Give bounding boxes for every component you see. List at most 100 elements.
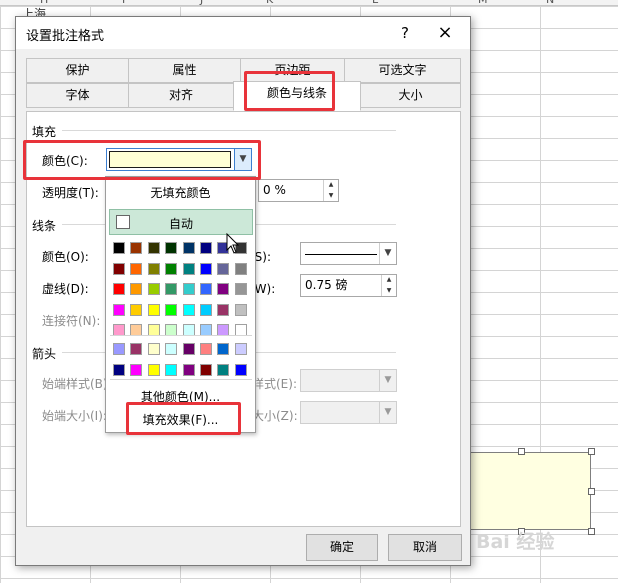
color-swatch[interactable] xyxy=(165,283,178,295)
chevron-down-icon[interactable]: ▼ xyxy=(234,149,251,170)
line-style-preview xyxy=(305,254,377,255)
color-swatch[interactable] xyxy=(200,303,212,316)
resize-handle[interactable] xyxy=(588,528,595,535)
chevron-down-icon[interactable]: ▼ xyxy=(379,243,396,264)
spin-buttons[interactable]: ▲ ▼ xyxy=(381,275,396,296)
color-swatch[interactable] xyxy=(182,242,195,254)
color-swatch[interactable] xyxy=(182,283,195,295)
color-swatch[interactable] xyxy=(217,303,230,316)
chevron-down-icon[interactable]: ▼ xyxy=(379,370,396,391)
cancel-button[interactable]: 取消 xyxy=(388,534,462,561)
fill-effects-option[interactable]: 填充效果(F)... xyxy=(106,411,255,428)
line-color-label: 颜色(O): xyxy=(42,250,89,264)
color-swatch[interactable] xyxy=(165,262,178,275)
column-letter: L xyxy=(372,0,378,6)
popup-divider xyxy=(110,379,252,380)
watermark-text: Bai 经验 xyxy=(476,531,555,553)
column-header-row: H I J K L M N xyxy=(0,0,618,6)
end-style-combo[interactable]: ▼ xyxy=(300,369,397,392)
color-swatch[interactable] xyxy=(200,283,212,295)
tab-alignment[interactable]: 对齐 xyxy=(128,83,234,108)
dialog-title: 设置批注格式 xyxy=(26,29,105,44)
color-swatch[interactable] xyxy=(165,343,178,355)
color-swatch[interactable] xyxy=(165,242,178,254)
color-swatch[interactable] xyxy=(130,303,143,316)
color-swatch[interactable] xyxy=(113,283,125,295)
column-letter: N xyxy=(546,0,554,6)
popup-divider xyxy=(110,335,252,336)
help-button[interactable]: ? xyxy=(392,21,418,45)
more-colors-option[interactable]: 其他颜色(M)... xyxy=(106,388,255,405)
color-swatch[interactable] xyxy=(200,363,212,376)
dash-label: 虚线(D): xyxy=(42,282,89,296)
color-swatch[interactable] xyxy=(130,242,143,254)
column-letter: K xyxy=(266,0,273,6)
color-swatch[interactable] xyxy=(113,363,125,376)
color-swatch[interactable] xyxy=(130,262,143,275)
no-fill-option[interactable]: 无填充颜色 xyxy=(106,184,255,201)
color-swatch[interactable] xyxy=(165,303,178,316)
transparency-spinbox[interactable]: 0 % ▲ ▼ xyxy=(258,179,339,202)
color-swatch[interactable] xyxy=(147,303,160,316)
color-swatch[interactable] xyxy=(165,363,178,376)
tab-protection[interactable]: 保护 xyxy=(26,58,129,83)
arrows-section-label: 箭头 xyxy=(32,347,57,361)
color-swatch[interactable] xyxy=(147,363,160,376)
color-swatch[interactable] xyxy=(147,242,160,254)
automatic-label: 自动 xyxy=(168,217,193,231)
automatic-color-option[interactable]: 自动 xyxy=(109,209,253,235)
color-swatch[interactable] xyxy=(182,343,195,355)
column-letter: M xyxy=(478,0,488,6)
color-swatch[interactable] xyxy=(217,343,230,355)
column-letter: I xyxy=(122,0,125,6)
color-swatch[interactable] xyxy=(113,343,125,355)
color-swatch[interactable] xyxy=(182,303,195,316)
line-style-combo[interactable]: ▼ xyxy=(300,242,397,265)
tab-properties[interactable]: 属性 xyxy=(128,58,241,83)
spin-buttons[interactable]: ▲ ▼ xyxy=(323,180,338,201)
color-swatch[interactable] xyxy=(182,363,195,376)
color-swatch[interactable] xyxy=(234,343,247,355)
color-swatch[interactable] xyxy=(200,262,212,275)
color-swatch[interactable] xyxy=(130,363,143,376)
color-swatch[interactable] xyxy=(113,303,125,316)
transparency-value: 0 % xyxy=(263,183,286,197)
line-weight-spinbox[interactable]: 0.75 磅 ▲ ▼ xyxy=(300,274,397,297)
resize-handle[interactable] xyxy=(518,448,525,455)
fill-section-label: 填充 xyxy=(32,125,57,139)
color-swatch[interactable] xyxy=(234,303,247,316)
resize-handle[interactable] xyxy=(588,448,595,455)
tab-colors-lines[interactable]: 颜色与线条 xyxy=(233,81,361,111)
ok-button[interactable]: 确定 xyxy=(306,534,378,561)
color-swatch[interactable] xyxy=(130,343,143,355)
color-swatch[interactable] xyxy=(217,363,230,376)
color-swatch[interactable] xyxy=(113,242,125,254)
line-weight-value: 0.75 磅 xyxy=(305,278,348,292)
color-swatch[interactable] xyxy=(182,262,195,275)
chevron-down-icon[interactable]: ▼ xyxy=(379,402,396,423)
resize-handle[interactable] xyxy=(588,488,595,495)
color-swatch[interactable] xyxy=(147,262,160,275)
fill-color-combo[interactable]: ▼ xyxy=(106,148,252,171)
color-swatch[interactable] xyxy=(147,283,160,295)
close-button[interactable]: × xyxy=(432,21,458,45)
color-swatch[interactable] xyxy=(217,283,230,295)
color-swatch[interactable] xyxy=(200,242,212,254)
tab-margins[interactable]: 页边距 xyxy=(240,58,345,83)
color-swatch[interactable] xyxy=(234,283,247,295)
end-size-combo[interactable]: ▼ xyxy=(300,401,397,424)
tab-alt-text[interactable]: 可选文字 xyxy=(344,58,461,83)
color-swatch[interactable] xyxy=(147,343,160,355)
color-swatch[interactable] xyxy=(113,262,125,275)
tab-font[interactable]: 字体 xyxy=(26,83,129,108)
color-swatch[interactable] xyxy=(217,262,230,275)
section-divider xyxy=(62,130,396,131)
transparency-label: 透明度(T): xyxy=(42,186,99,200)
color-swatch[interactable] xyxy=(200,343,212,355)
color-swatch[interactable] xyxy=(234,363,247,376)
color-swatch[interactable] xyxy=(234,262,247,275)
color-swatch[interactable] xyxy=(130,283,143,295)
comment-box[interactable] xyxy=(455,452,591,530)
begin-size-label: 始端大小(I): xyxy=(42,409,107,423)
tab-size[interactable]: 大小 xyxy=(360,83,461,108)
